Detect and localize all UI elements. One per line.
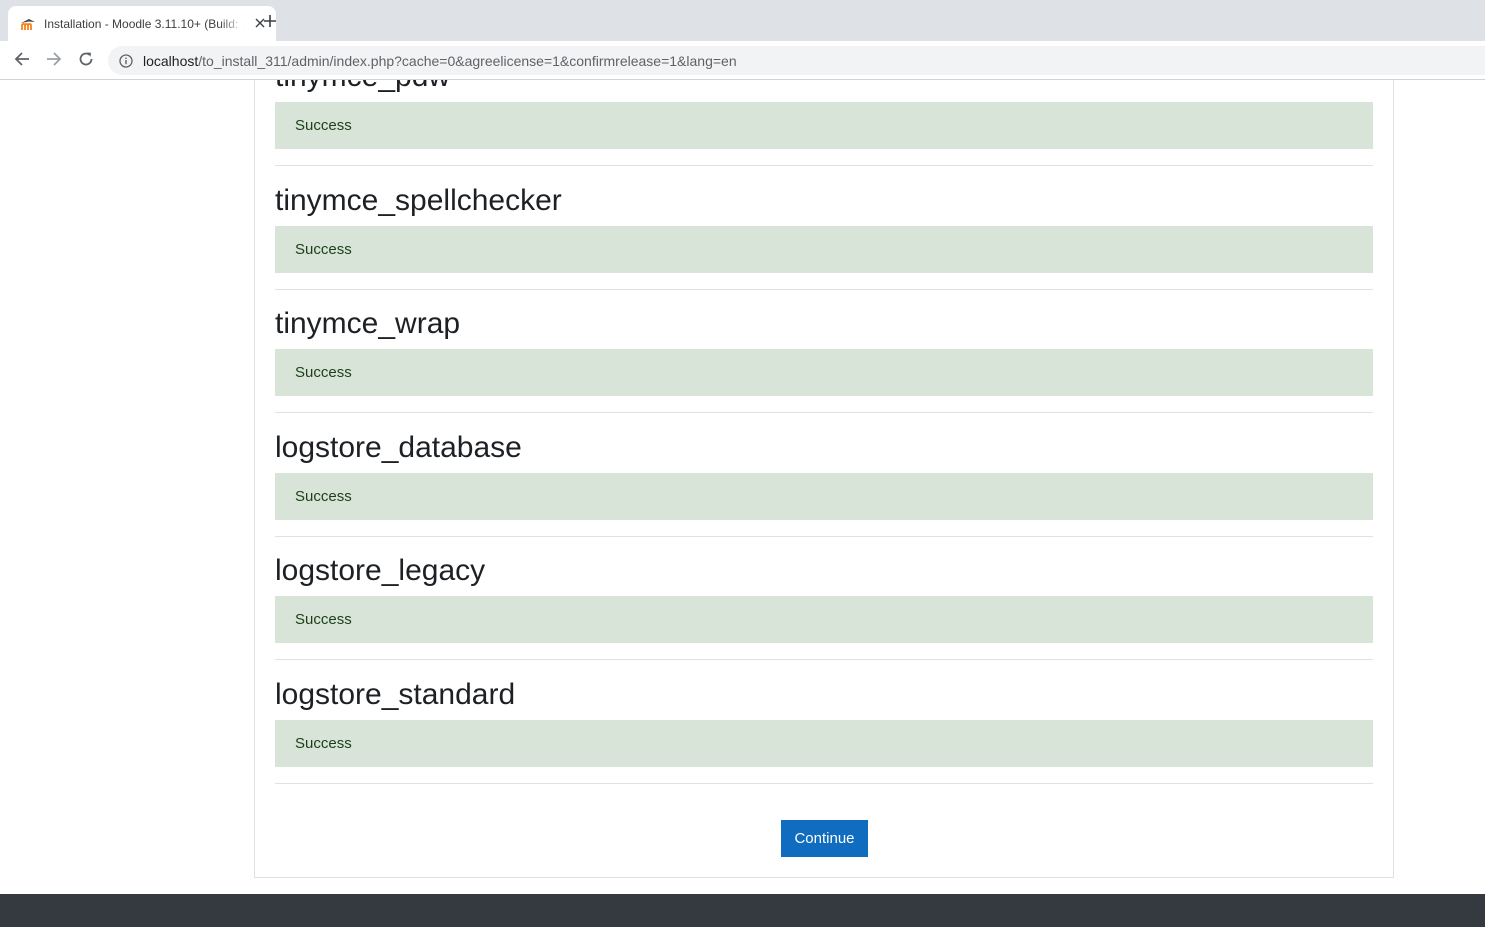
browser-tab-strip: Installation - Moodle 3.11.10+ (Build: 2… xyxy=(0,0,1485,41)
plugin-heading: tinymce_spellchecker xyxy=(275,184,562,217)
success-notification: Success xyxy=(275,473,1373,520)
forward-button[interactable] xyxy=(42,49,66,73)
browser-tab-active[interactable]: Installation - Moodle 3.11.10+ (Build: 2… xyxy=(8,6,276,41)
success-notification: Success xyxy=(275,596,1373,643)
arrow-right-icon xyxy=(46,51,62,72)
page-viewport[interactable]: tinymce_pdw Success tinymce_spellchecker… xyxy=(0,80,1485,927)
plugin-heading: logstore_legacy xyxy=(275,554,486,587)
url-text: localhost/to_install_311/admin/index.php… xyxy=(143,53,737,69)
success-notification: Success xyxy=(275,349,1373,396)
browser-toolbar: localhost/to_install_311/admin/index.php… xyxy=(0,41,1485,80)
url-host: localhost xyxy=(143,52,199,69)
reload-icon xyxy=(78,51,94,72)
plugin-section: tinymce_wrap Success xyxy=(275,307,1373,431)
plus-icon xyxy=(263,14,277,33)
new-tab-button[interactable] xyxy=(258,11,282,35)
install-content-region: tinymce_pdw Success tinymce_spellchecker… xyxy=(254,80,1394,878)
section-divider xyxy=(275,659,1373,660)
plugin-section: tinymce_pdw Success xyxy=(275,80,1373,184)
success-notification: Success xyxy=(275,102,1373,149)
plugin-heading: logstore_database xyxy=(275,431,522,464)
info-icon[interactable] xyxy=(118,53,134,69)
success-notification: Success xyxy=(275,226,1373,273)
section-divider xyxy=(275,783,1373,784)
section-divider xyxy=(275,412,1373,413)
section-divider xyxy=(275,536,1373,537)
continue-button[interactable]: Continue xyxy=(781,820,868,857)
arrow-left-icon xyxy=(14,51,30,72)
back-button[interactable] xyxy=(10,49,34,73)
address-bar[interactable]: localhost/to_install_311/admin/index.php… xyxy=(108,46,1485,75)
page-footer xyxy=(0,894,1485,927)
plugin-heading: tinymce_wrap xyxy=(275,307,461,340)
tab-title: Installation - Moodle 3.11.10+ (Build: 2… xyxy=(44,16,244,31)
plugin-heading: tinymce_pdw xyxy=(275,80,450,94)
plugin-section: logstore_standard Success xyxy=(275,678,1373,802)
plugin-heading: logstore_standard xyxy=(275,678,516,711)
section-divider xyxy=(275,165,1373,166)
plugin-section: logstore_legacy Success xyxy=(275,554,1373,678)
reload-button[interactable] xyxy=(74,49,98,73)
section-divider xyxy=(275,289,1373,290)
url-path: /to_install_311/admin/index.php?cache=0&… xyxy=(198,52,737,69)
plugin-section: logstore_database Success xyxy=(275,431,1373,555)
moodle-icon xyxy=(20,16,36,32)
success-notification: Success xyxy=(275,720,1373,767)
plugin-section: tinymce_spellchecker Success xyxy=(275,184,1373,308)
